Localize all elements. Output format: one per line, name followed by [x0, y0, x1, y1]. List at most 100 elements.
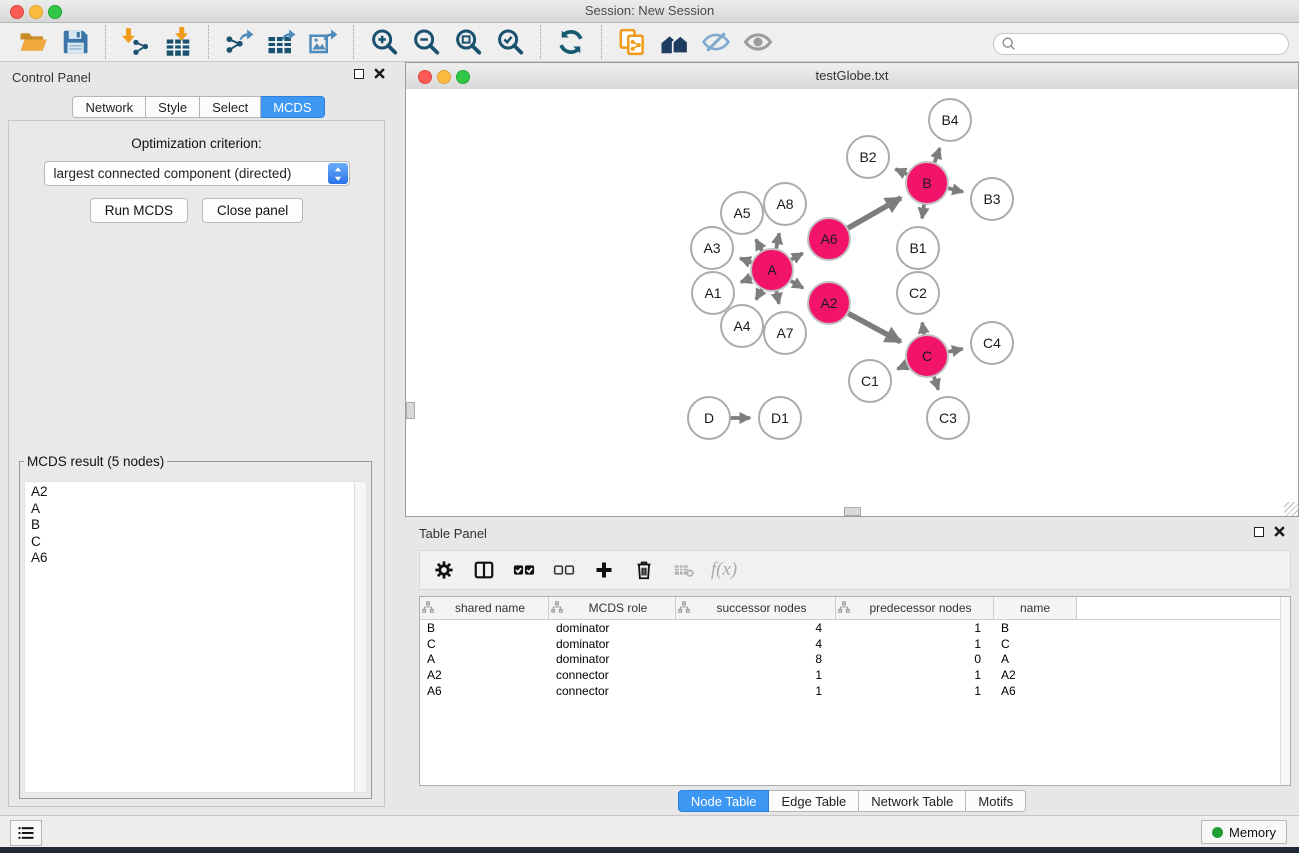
split-view-button[interactable]: [472, 558, 496, 582]
delete-column-button[interactable]: [632, 558, 656, 582]
node-D[interactable]: D: [688, 397, 730, 439]
table-row[interactable]: A2connector11A2: [420, 667, 1290, 683]
node-B3[interactable]: B3: [971, 178, 1013, 220]
close-panel-icon[interactable]: [374, 68, 385, 79]
horizontal-scrollbar-thumb[interactable]: [844, 507, 861, 516]
edge-A6-B[interactable]: [845, 198, 901, 230]
node-C1[interactable]: C1: [849, 360, 891, 402]
table-row[interactable]: Cdominator41C: [420, 636, 1290, 652]
result-item[interactable]: A6: [25, 550, 366, 567]
node-C[interactable]: C: [906, 335, 948, 377]
node-B2[interactable]: B2: [847, 136, 889, 178]
export-table-button[interactable]: [262, 24, 300, 60]
zoom-in-button[interactable]: [365, 24, 403, 60]
export-image-button[interactable]: [304, 24, 342, 60]
table-row[interactable]: Bdominator41B: [420, 620, 1290, 636]
result-item[interactable]: A2: [25, 484, 366, 501]
result-item[interactable]: C: [25, 534, 366, 551]
node-label: C4: [983, 335, 1001, 351]
column-header-predecessor-nodes[interactable]: predecessor nodes: [836, 597, 994, 619]
result-list-scrollbar[interactable]: [354, 482, 366, 792]
add-column-icon: [593, 559, 615, 581]
table-row[interactable]: A6connector11A6: [420, 683, 1290, 699]
node-A4[interactable]: A4: [721, 305, 763, 347]
refresh-view-button[interactable]: [552, 24, 590, 60]
close-panel-button[interactable]: Close panel: [202, 198, 303, 223]
zoom-out-button[interactable]: [407, 24, 445, 60]
hierarchy-icon: [422, 601, 434, 616]
toolbar-separator: [353, 25, 354, 59]
node-A3[interactable]: A3: [691, 227, 733, 269]
node-label: C: [922, 348, 932, 364]
node-A2[interactable]: A2: [808, 282, 850, 324]
mcds-result-list[interactable]: A2ABCA6: [24, 481, 367, 793]
open-session-button[interactable]: [14, 24, 52, 60]
import-table-button[interactable]: [159, 24, 197, 60]
panel-selector-button[interactable]: [10, 820, 42, 846]
tab-motifs[interactable]: Motifs: [966, 790, 1026, 812]
vertical-scrollbar-thumb[interactable]: [406, 402, 415, 419]
node-B4[interactable]: B4: [929, 99, 971, 141]
tab-network-table[interactable]: Network Table: [859, 790, 966, 812]
table-scrollbar[interactable]: [1280, 597, 1290, 785]
duplicate-network-button[interactable]: [613, 24, 651, 60]
float-table-panel-icon[interactable]: [1254, 527, 1264, 537]
node-A7[interactable]: A7: [764, 312, 806, 354]
column-header-mcds-role[interactable]: MCDS role: [549, 597, 676, 619]
save-session-icon: [60, 27, 90, 57]
node-D1[interactable]: D1: [759, 397, 801, 439]
memory-button[interactable]: Memory: [1201, 820, 1287, 844]
result-item[interactable]: B: [25, 517, 366, 534]
float-panel-icon[interactable]: [354, 69, 364, 79]
tab-style[interactable]: Style: [146, 96, 200, 118]
resize-grip[interactable]: [1284, 502, 1298, 516]
column-header-shared-name[interactable]: shared name: [420, 597, 549, 619]
node-B[interactable]: B: [906, 162, 948, 204]
node-A6[interactable]: A6: [808, 218, 850, 260]
column-header-name[interactable]: name: [994, 597, 1077, 619]
export-image-icon: [308, 27, 338, 57]
add-column-button[interactable]: [592, 558, 616, 582]
column-header-successor-nodes[interactable]: successor nodes: [676, 597, 836, 619]
show-all-button[interactable]: [739, 24, 777, 60]
tab-select[interactable]: Select: [200, 96, 261, 118]
delete-column-icon: [633, 559, 655, 581]
close-table-panel-icon[interactable]: [1274, 526, 1285, 537]
table-row[interactable]: Adominator80A: [420, 652, 1290, 668]
select-columns-on-button[interactable]: [512, 558, 536, 582]
edge-A2-C[interactable]: [845, 312, 901, 342]
zoom-fit-button[interactable]: [449, 24, 487, 60]
node-B1[interactable]: B1: [897, 227, 939, 269]
zoom-selected-button[interactable]: [491, 24, 529, 60]
criterion-select[interactable]: largest connected component (directed): [44, 161, 350, 186]
node-A5[interactable]: A5: [721, 192, 763, 234]
tab-mcds[interactable]: MCDS: [261, 96, 324, 118]
cell-successor-nodes: 8: [676, 652, 836, 666]
tab-node-table[interactable]: Node Table: [678, 790, 770, 812]
select-columns-off-button[interactable]: [552, 558, 576, 582]
run-mcds-button[interactable]: Run MCDS: [90, 198, 188, 223]
tab-network[interactable]: Network: [72, 96, 146, 118]
network-canvas[interactable]: A A1 A2 A3 A4 A5 A6 A7 A8 B B1 B2 B3B4 C C1 C2 C3 C4 D D1: [406, 89, 1298, 516]
hide-selected-button[interactable]: [697, 24, 735, 60]
home-view-button[interactable]: [655, 24, 693, 60]
node-A8[interactable]: A8: [764, 183, 806, 225]
export-network-button[interactable]: [220, 24, 258, 60]
search-input[interactable]: [1018, 34, 1288, 54]
column-label: shared name: [434, 601, 546, 615]
save-session-button[interactable]: [56, 24, 94, 60]
node-C3[interactable]: C3: [927, 397, 969, 439]
control-panel: Control Panel NetworkStyleSelectMCDS Opt…: [0, 62, 397, 812]
node-C2[interactable]: C2: [897, 272, 939, 314]
import-network-button[interactable]: [117, 24, 155, 60]
main-toolbar: [0, 23, 1299, 62]
cell-name: A: [994, 652, 1077, 666]
node-C4[interactable]: C4: [971, 322, 1013, 364]
node-A1[interactable]: A1: [692, 272, 734, 314]
settings-button[interactable]: [432, 558, 456, 582]
node-A[interactable]: A: [751, 249, 793, 291]
column-label: successor nodes: [690, 601, 833, 615]
tab-edge-table[interactable]: Edge Table: [769, 790, 859, 812]
result-item[interactable]: A: [25, 501, 366, 518]
node-label: C3: [939, 410, 957, 426]
